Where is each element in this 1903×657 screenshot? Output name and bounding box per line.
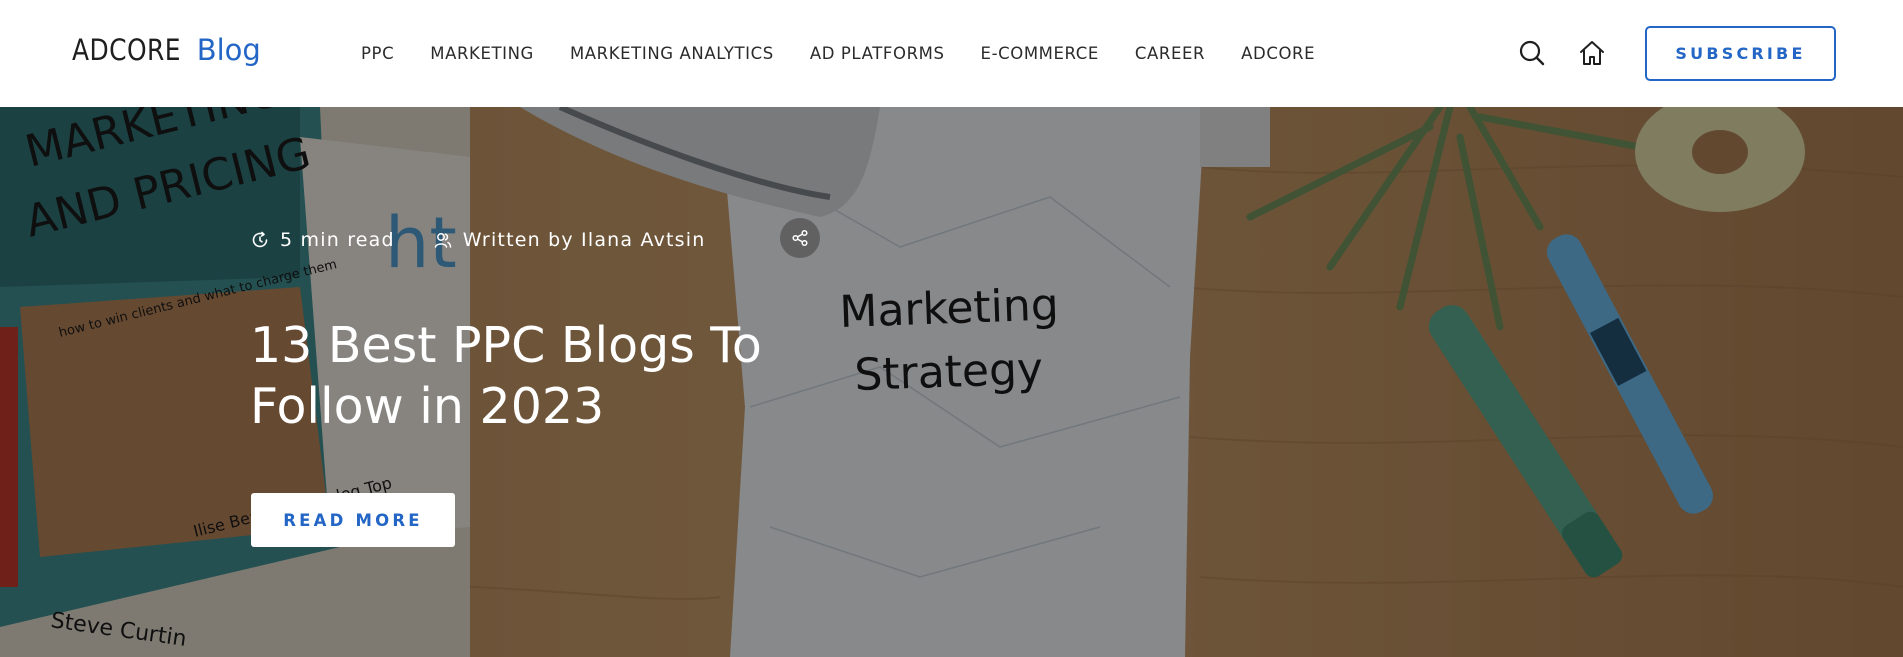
nav-item-ppc[interactable]: PPC	[361, 44, 394, 63]
logo-blog-label: Blog	[196, 33, 261, 67]
site-header: ADCORE Blog PPC MARKETING MARKETING ANAL…	[0, 0, 1903, 107]
users-icon	[433, 230, 453, 250]
share-button[interactable]	[780, 218, 820, 258]
subscribe-button[interactable]: SUBSCRIBE	[1645, 26, 1836, 81]
home-icon[interactable]	[1577, 38, 1607, 68]
read-time: 5 min read	[250, 229, 395, 251]
clock-icon	[250, 230, 270, 250]
site-logo[interactable]: ADCORE Blog	[72, 33, 261, 67]
nav-item-e-commerce[interactable]: E-COMMERCE	[981, 44, 1099, 63]
logo-wordmark: ADCORE	[72, 33, 181, 67]
post-title[interactable]: 13 Best PPC Blogs To Follow in 2023	[250, 315, 890, 437]
main-nav: PPC MARKETING MARKETING ANALYTICS AD PLA…	[361, 0, 1315, 107]
post-author: Written by Ilana Avtsin	[433, 229, 706, 251]
post-meta: 5 min read Written by Ilana Avtsin	[250, 229, 705, 251]
nav-item-adcore[interactable]: ADCORE	[1241, 44, 1315, 63]
read-more-button[interactable]: READ MORE	[251, 493, 455, 547]
nav-item-marketing-analytics[interactable]: MARKETING ANALYTICS	[570, 44, 774, 63]
post-title-line-1: 13 Best PPC Blogs To	[250, 317, 762, 374]
post-title-line-2: Follow in 2023	[250, 378, 605, 435]
author-label: Written by Ilana Avtsin	[462, 229, 706, 251]
nav-item-career[interactable]: CAREER	[1135, 44, 1205, 63]
read-time-label: 5 min read	[280, 229, 395, 251]
search-icon[interactable]	[1517, 38, 1547, 68]
share-icon	[792, 229, 808, 247]
nav-item-marketing[interactable]: MARKETING	[430, 44, 534, 63]
hero-banner: MARKETING AND PRICING how to win clients…	[0, 107, 1903, 657]
nav-item-ad-platforms[interactable]: AD PLATFORMS	[810, 44, 945, 63]
